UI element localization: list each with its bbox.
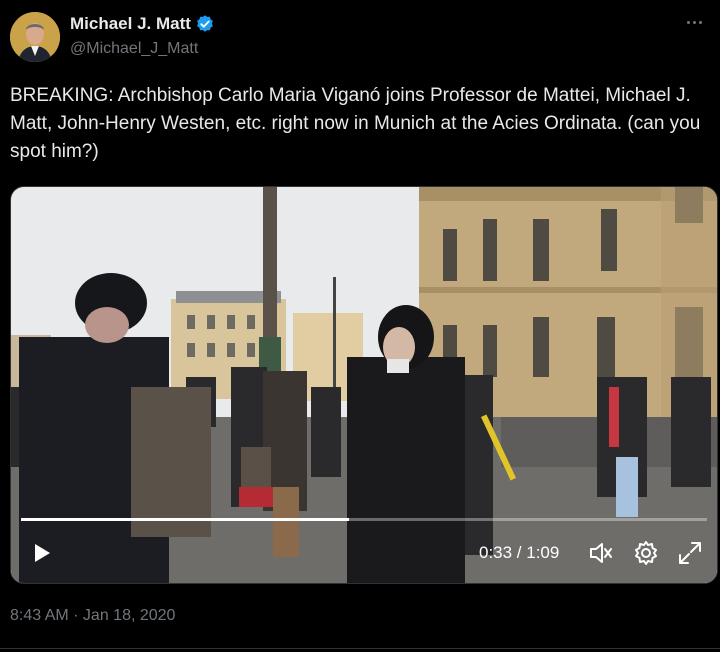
- fullscreen-icon[interactable]: [677, 540, 703, 566]
- video-player[interactable]: 0:33 / 1:09: [10, 186, 718, 584]
- more-options-icon[interactable]: [682, 14, 706, 30]
- avatar[interactable]: [10, 12, 60, 62]
- divider: [0, 648, 720, 649]
- author-display-name[interactable]: Michael J. Matt: [70, 14, 191, 34]
- volume-icon[interactable]: [588, 540, 614, 566]
- video-controls: 0:33 / 1:09: [11, 525, 717, 583]
- verified-badge-icon: [197, 15, 213, 32]
- tweet-timestamp[interactable]: 8:43 AM · Jan 18, 2020: [10, 607, 175, 625]
- settings-icon[interactable]: [633, 540, 659, 566]
- play-icon[interactable]: [29, 541, 53, 565]
- video-time: 0:33 / 1:09: [479, 543, 560, 562]
- tweet-text: BREAKING: Archbishop Carlo Maria Viganó …: [10, 85, 701, 162]
- video-progress-bar[interactable]: [21, 518, 707, 521]
- video-progress-fill: [21, 518, 349, 521]
- author-handle[interactable]: @Michael_J_Matt: [70, 40, 198, 58]
